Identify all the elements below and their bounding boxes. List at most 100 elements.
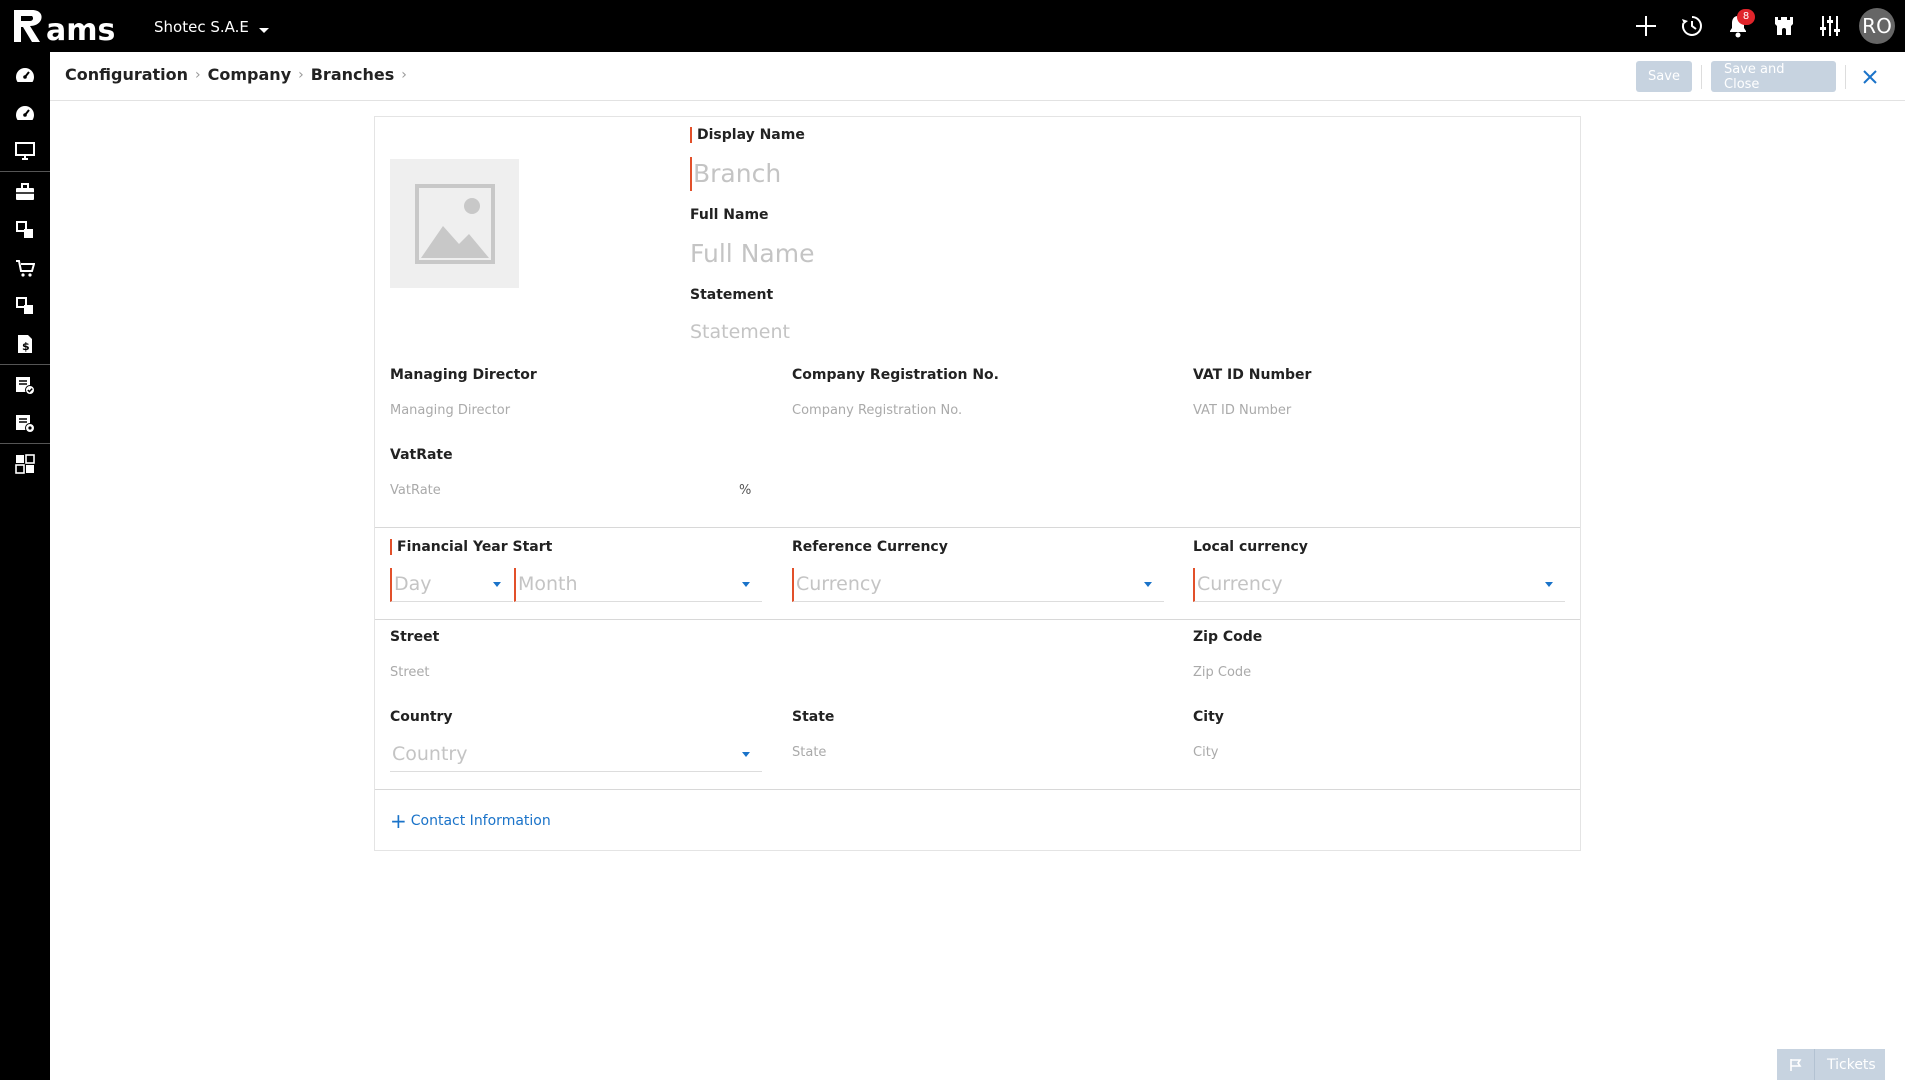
- company-registration-input[interactable]: Company Registration No.: [792, 403, 1162, 418]
- state-input[interactable]: State: [792, 745, 1162, 760]
- financial-year-start-label: Financial Year Start: [390, 539, 552, 555]
- dashboard-icon: [16, 68, 34, 82]
- dashboard-alt-icon: [16, 106, 34, 120]
- svg-text:ams: ams: [46, 13, 115, 46]
- company-selector[interactable]: Shotec S.A.E: [154, 18, 269, 36]
- contact-information-label: Contact Information: [410, 813, 551, 829]
- city-label: City: [1193, 709, 1224, 725]
- add-contact-information-link[interactable]: + Contact Information: [390, 809, 551, 833]
- notifications-button[interactable]: 8: [1715, 0, 1761, 52]
- castle-icon: [1775, 17, 1793, 35]
- vat-rate-label: VatRate: [390, 447, 453, 463]
- breadcrumb-company[interactable]: Company: [208, 65, 291, 84]
- sidebar-item-modules-2[interactable]: [0, 287, 50, 325]
- managing-director-input[interactable]: Managing Director: [390, 403, 760, 418]
- sidebar-item-invoices[interactable]: $: [0, 325, 50, 363]
- user-avatar[interactable]: RO: [1859, 8, 1895, 44]
- vat-rate-input[interactable]: VatRate: [390, 483, 730, 498]
- sidebar-item-modules[interactable]: [0, 211, 50, 249]
- close-button[interactable]: [1855, 61, 1885, 92]
- modules-alt-icon: [16, 297, 33, 314]
- branch-form: Display Name Branch Full Name Full Name …: [374, 116, 1581, 851]
- app-logo[interactable]: ams: [10, 4, 130, 48]
- svg-text:$: $: [22, 340, 30, 353]
- notification-count-badge: 8: [1737, 9, 1755, 25]
- full-name-label: Full Name: [690, 207, 769, 223]
- caret-down-icon: [1545, 582, 1553, 587]
- company-name: Shotec S.A.E: [154, 18, 249, 36]
- zip-code-label: Zip Code: [1193, 629, 1263, 645]
- section-divider: [375, 619, 1580, 620]
- sidebar-item-dashboard-2[interactable]: [0, 94, 50, 132]
- display-name-input[interactable]: Branch: [693, 159, 1493, 188]
- document-check-icon: [16, 377, 35, 395]
- header-actions: Save Save and Close: [1636, 61, 1885, 92]
- add-button[interactable]: [1623, 0, 1669, 52]
- zip-code-input[interactable]: Zip Code: [1193, 665, 1563, 680]
- top-actions: 8 RO: [1623, 0, 1905, 52]
- sidebar-item-cart[interactable]: [0, 249, 50, 287]
- display-name-label: Display Name: [690, 127, 805, 143]
- plus-icon: +: [390, 809, 407, 833]
- image-placeholder-icon: [414, 183, 495, 264]
- divider: [1701, 64, 1702, 89]
- sidebar-item-approvals[interactable]: [0, 366, 50, 404]
- vat-id-input[interactable]: VAT ID Number: [1193, 403, 1563, 418]
- fy-month-value: Month: [518, 573, 578, 595]
- breadcrumb-configuration[interactable]: Configuration: [65, 65, 188, 84]
- reference-currency-value: Currency: [796, 573, 882, 595]
- section-divider: [375, 789, 1580, 790]
- invoice-dollar-icon: $: [18, 335, 32, 353]
- statement-label: Statement: [690, 287, 774, 303]
- city-input[interactable]: City: [1193, 745, 1563, 760]
- monitor-icon: [15, 142, 35, 160]
- sidebar: $: [0, 52, 50, 1080]
- section-divider: [375, 527, 1580, 528]
- managing-director-label: Managing Director: [390, 367, 537, 383]
- plus-icon: [1636, 16, 1656, 36]
- reference-currency-select[interactable]: Currency: [792, 568, 1164, 602]
- top-bar: ams Shotec S.A.E 8 RO: [0, 0, 1905, 52]
- modules-icon: [16, 221, 33, 238]
- reference-currency-label: Reference Currency: [792, 539, 948, 555]
- caret-down-icon: [1144, 582, 1152, 587]
- sliders-icon: [1820, 16, 1840, 36]
- page-header: Configuration › Company › Branches › Sav…: [50, 52, 1905, 101]
- text-cursor: [690, 157, 692, 191]
- tickets-label: Tickets: [1827, 1056, 1876, 1073]
- breadcrumb: Configuration › Company › Branches ›: [65, 65, 414, 84]
- local-currency-select[interactable]: Currency: [1193, 568, 1565, 602]
- local-currency-value: Currency: [1197, 573, 1283, 595]
- full-name-input[interactable]: Full Name: [690, 239, 1490, 268]
- save-and-close-button[interactable]: Save and Close: [1711, 61, 1836, 92]
- tickets-button[interactable]: Tickets: [1777, 1049, 1885, 1080]
- sidebar-divider: [0, 171, 50, 172]
- breadcrumb-branches[interactable]: Branches: [311, 65, 395, 84]
- castle-button[interactable]: [1761, 0, 1807, 52]
- vat-rate-percent: %: [739, 483, 752, 498]
- divider: [1845, 64, 1846, 89]
- cart-icon: [16, 260, 35, 277]
- sidebar-item-document-settings[interactable]: [0, 404, 50, 442]
- save-button[interactable]: Save: [1636, 61, 1692, 92]
- sidebar-divider: [0, 443, 50, 444]
- fy-day-value: Day: [394, 573, 432, 595]
- fy-day-select[interactable]: Day: [390, 568, 513, 602]
- street-input[interactable]: Street: [390, 665, 1160, 680]
- sidebar-item-dashboard[interactable]: [0, 56, 50, 94]
- sidebar-item-configuration[interactable]: [0, 445, 50, 483]
- caret-down-icon: [493, 582, 501, 587]
- history-button[interactable]: [1669, 0, 1715, 52]
- settings-button[interactable]: [1807, 0, 1853, 52]
- logo-upload[interactable]: [390, 159, 519, 288]
- caret-down-icon: [742, 582, 750, 587]
- sidebar-item-briefcase[interactable]: [0, 173, 50, 211]
- close-icon: [1863, 69, 1877, 84]
- fy-month-select[interactable]: Month: [514, 568, 762, 602]
- country-select[interactable]: Country: [390, 738, 762, 772]
- country-label: Country: [390, 709, 453, 725]
- statement-input[interactable]: Statement: [690, 321, 1490, 343]
- chevron-right-icon: ›: [195, 66, 201, 83]
- sidebar-item-monitor[interactable]: [0, 132, 50, 170]
- local-currency-label: Local currency: [1193, 539, 1308, 555]
